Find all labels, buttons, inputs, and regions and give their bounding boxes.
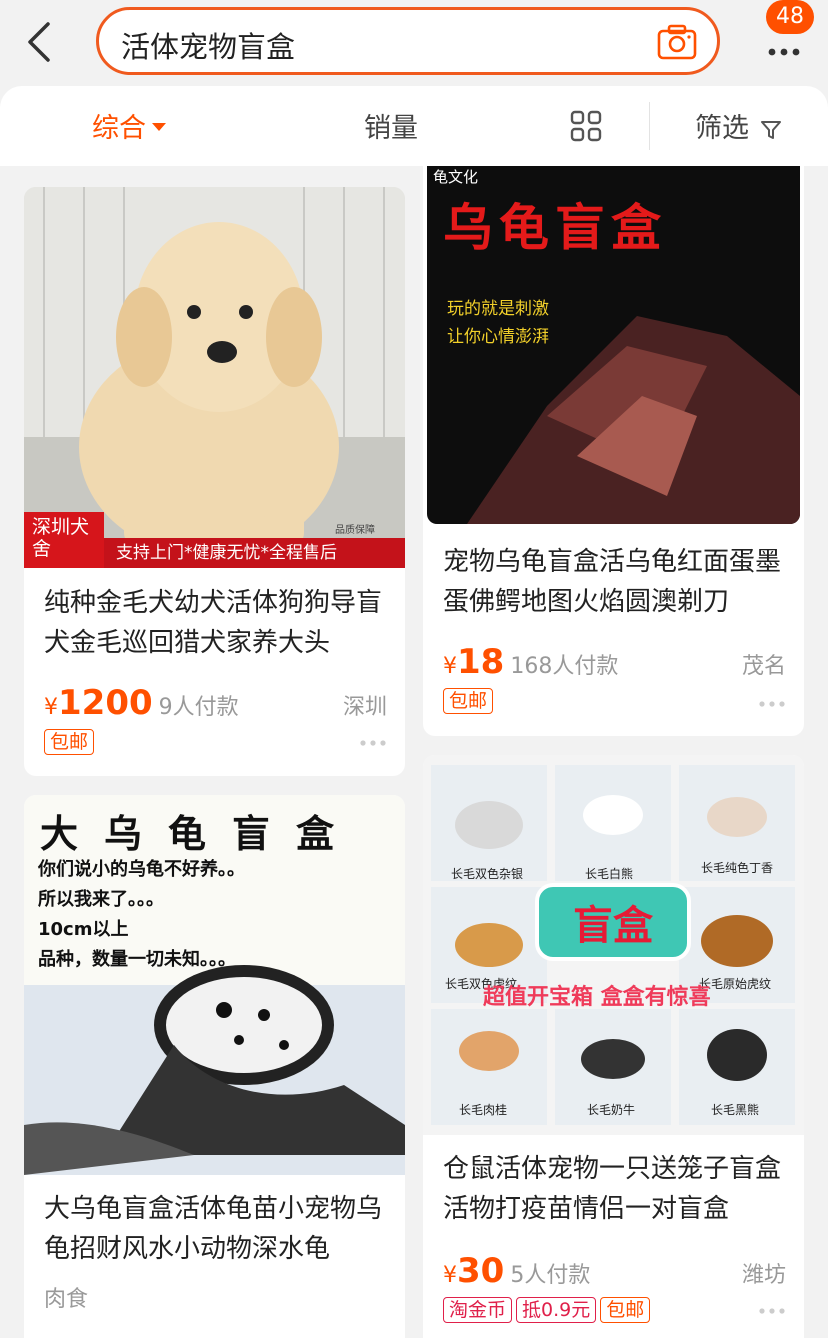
puppy-illustration	[24, 187, 405, 568]
product-title: 纯种金毛犬幼犬活体狗狗导盲犬金毛巡回猎犬家养大头	[44, 588, 383, 658]
image-line: 品种，数量一切未知。。。	[38, 949, 236, 970]
sort-comprehensive-label: 综合	[92, 113, 146, 144]
tag-list: 包邮	[443, 688, 497, 716]
caret-down-icon	[152, 122, 166, 131]
product-title: 仓鼠活体宠物一只送笼子盲盒活物打疫苗情侣一对盲盒	[443, 1154, 782, 1224]
image-headline: 大乌龟盲盒	[40, 812, 361, 856]
more-options-icon[interactable]	[758, 1307, 786, 1315]
search-query: 活体宠物盲盒	[121, 30, 296, 64]
filter-funnel-icon	[760, 120, 781, 139]
image-small-text: 品质保障	[335, 525, 375, 536]
paid-count: 168人付款	[510, 654, 619, 679]
tag-free-shipping: 包邮	[44, 729, 95, 755]
product-title: 宠物乌龟盲盒活乌龟红面蛋墨蛋佛鳄地图火焰圆澳剃刀	[443, 547, 782, 617]
image-subline: 超值开宝箱 盒盒有惊喜	[483, 985, 711, 1010]
product-price: 1200	[58, 683, 153, 723]
image-line: 你们说小的乌龟不好养。。	[38, 859, 245, 880]
image-center-badge: 盲盒	[535, 883, 691, 961]
paid-count: 9人付款	[158, 695, 239, 720]
hamster-caption: 长毛奶牛	[587, 1103, 636, 1117]
sort-bar: 综合 销量 筛选	[0, 86, 828, 166]
product-image: 深圳犬舍 支持上门*健康无忧*全程售后 品质保障	[24, 187, 405, 568]
product-card[interactable]: 长毛双色杂银 长毛白熊 长毛纯色丁香 长毛双色虎纹 长毛原始虎纹 长毛肉桂 长毛…	[423, 755, 804, 1338]
product-price: 18	[457, 642, 505, 682]
product-image: 龟文化 乌龟盲盒 玩的就是刺激 让你心情澎湃	[427, 166, 800, 524]
tag-free-shipping: 包邮	[600, 1297, 651, 1323]
hamster-caption: 长毛双色杂银	[451, 867, 524, 881]
currency-symbol: ¥	[443, 1263, 457, 1288]
currency-symbol: ¥	[44, 695, 58, 720]
back-arrow-icon[interactable]	[22, 20, 62, 64]
image-ribbon-text: 支持上门*健康无忧*全程售后	[104, 538, 405, 568]
divider	[649, 102, 650, 150]
price-line: ¥30 5人付款 潍坊	[443, 1251, 786, 1291]
image-text-block: 你们说小的乌龟不好养。。 所以我来了。。。 10cm以上 品种，数量一切未知。。…	[38, 855, 245, 975]
location: 深圳	[342, 695, 387, 720]
image-line-1: 玩的就是刺激	[447, 299, 549, 319]
hamster-caption: 长毛白熊	[585, 867, 634, 881]
more-options-icon[interactable]	[359, 739, 387, 747]
currency-symbol: ¥	[443, 654, 457, 679]
more-options-icon[interactable]	[758, 700, 786, 708]
tag-free-shipping: 包邮	[443, 688, 494, 714]
paid-count: 5人付款	[510, 1263, 591, 1288]
image-logo-text: 龟文化	[433, 168, 479, 186]
product-card[interactable]: 龟文化 乌龟盲盒 玩的就是刺激 让你心情澎湃 宠物乌龟盲盒活乌龟红面蛋墨蛋佛鳄地…	[423, 166, 804, 736]
product-image: 长毛双色杂银 长毛白熊 长毛纯色丁香 长毛双色虎纹 长毛原始虎纹 长毛肉桂 长毛…	[423, 755, 804, 1135]
image-ribbon-label: 深圳犬舍	[24, 512, 104, 568]
product-price: 30	[457, 1251, 505, 1291]
location: 潍坊	[741, 1263, 786, 1288]
filter-button[interactable]: 筛选	[695, 106, 782, 145]
location: 茂名	[741, 654, 786, 679]
product-subtext: 肉食	[44, 1287, 89, 1312]
image-line: 10cm以上	[38, 919, 129, 940]
hamster-caption: 长毛黑熊	[711, 1103, 760, 1117]
filter-label: 筛选	[695, 113, 749, 144]
grid-view-icon[interactable]	[570, 110, 602, 142]
product-title: 大乌龟盲盒活体龟苗小宠物乌龟招财风水小动物深水龟	[44, 1194, 383, 1264]
price-line: ¥18 168人付款 茂名	[443, 642, 786, 682]
search-input[interactable]: 活体宠物盲盒	[96, 7, 720, 75]
message-count-badge: 48	[766, 0, 814, 34]
product-card[interactable]: 深圳犬舍 支持上门*健康无忧*全程售后 品质保障 纯种金毛犬幼犬活体狗狗导盲犬金…	[24, 187, 405, 776]
sort-comprehensive[interactable]: 综合	[92, 106, 166, 145]
sort-sales[interactable]: 销量	[364, 106, 418, 145]
tag-list: 淘金币 抵0.9元 包邮	[443, 1297, 654, 1325]
image-line: 所以我来了。。。	[38, 889, 164, 910]
top-bar: 活体宠物盲盒 48	[0, 0, 828, 86]
hamster-caption: 长毛肉桂	[459, 1103, 508, 1117]
hamster-caption: 长毛纯色丁香	[701, 861, 774, 875]
camera-icon[interactable]	[657, 23, 697, 61]
image-line-2: 让你心情澎湃	[447, 327, 549, 347]
tag-list: 包邮	[44, 729, 98, 757]
product-image: 大乌龟盲盒 你们说小的乌龟不好养。。 所以我来了。。。 10cm以上 品种，数量…	[24, 795, 405, 1175]
tag-taojinbi: 淘金币	[443, 1297, 513, 1323]
product-card[interactable]: 大乌龟盲盒 你们说小的乌龟不好养。。 所以我来了。。。 10cm以上 品种，数量…	[24, 795, 405, 1338]
price-line: ¥1200 9人付款 深圳	[44, 683, 387, 723]
image-headline: 乌龟盲盒	[443, 199, 667, 257]
tag-discount: 抵0.9元	[516, 1297, 597, 1323]
